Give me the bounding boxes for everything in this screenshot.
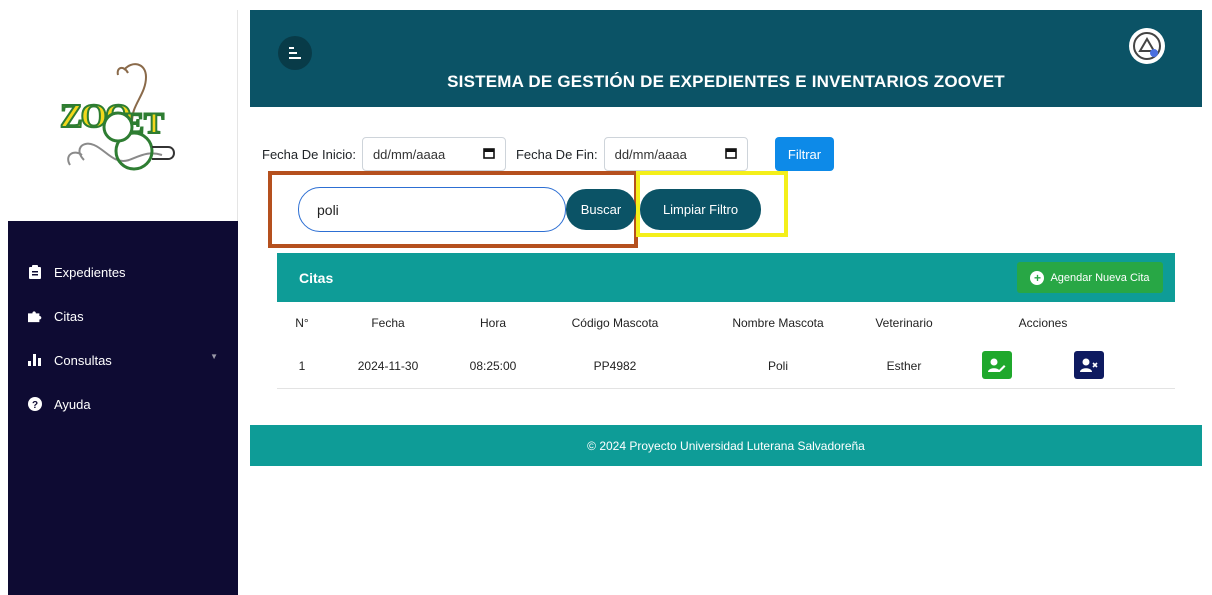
new-appointment-label: Agendar Nueva Cita: [1050, 271, 1150, 284]
citas-table: N° Fecha Hora Código Mascota Nombre Masc…: [277, 303, 1175, 389]
clear-filter-button[interactable]: Limpiar Filtro: [640, 189, 761, 230]
sidebar-item-ayuda[interactable]: ? Ayuda: [8, 382, 238, 426]
calendar-icon: [483, 147, 495, 162]
left-border: [0, 0, 8, 595]
column-header: N°: [295, 316, 309, 330]
top-header: SISTEMA DE GESTIÓN DE EXPEDIENTES E INVE…: [250, 10, 1202, 107]
page-title: SISTEMA DE GESTIÓN DE EXPEDIENTES E INVE…: [447, 72, 1005, 91]
column-header: Fecha: [371, 316, 405, 330]
svg-text:?: ?: [32, 400, 38, 411]
sidebar-item-citas[interactable]: Citas: [8, 294, 238, 338]
page-footer: © 2024 Proyecto Universidad Luterana Sal…: [250, 425, 1202, 466]
question-icon: ?: [28, 397, 42, 411]
new-appointment-button[interactable]: + Agendar Nueva Cita: [1017, 262, 1163, 293]
calendar-icon: [724, 147, 737, 162]
start-date-placeholder: dd/mm/aaaa: [372, 146, 446, 162]
user-edit-icon: [988, 358, 1006, 372]
clipboard-icon: [28, 265, 42, 279]
top-border: [0, 0, 1212, 8]
pet-avatar-icon: [1133, 32, 1161, 60]
delete-appointment-button[interactable]: [1074, 351, 1104, 379]
column-header: Nombre Mascota: [732, 316, 824, 330]
cell-hora: 08:25:00: [469, 358, 517, 373]
end-date-input[interactable]: dd/mm/aaaa: [603, 137, 748, 171]
filter-button[interactable]: Filtrar: [775, 137, 834, 171]
column-header: Veterinario: [875, 316, 933, 330]
plus-circle-icon: +: [1030, 270, 1045, 285]
column-header: Hora: [479, 316, 507, 330]
card-title: Citas: [299, 270, 334, 286]
sidebar-item-consultas[interactable]: Consultas ▼: [8, 338, 238, 382]
sidebar-item-expedientes[interactable]: Expedientes: [8, 250, 238, 294]
start-date-input[interactable]: dd/mm/aaaa: [361, 137, 506, 171]
table-header-row: N° Fecha Hora Código Mascota Nombre Masc…: [277, 303, 1175, 343]
column-header: Código Mascota: [571, 316, 659, 330]
citas-card-header: Citas + Agendar Nueva Cita: [277, 253, 1175, 302]
end-date-placeholder: dd/mm/aaaa: [614, 146, 687, 162]
end-date-label: Fecha De Fin:: [515, 146, 598, 162]
menu-icon: [289, 47, 301, 59]
table-row: 1 2024-11-30 08:25:00 PP4982 Poli Esther: [277, 343, 1175, 389]
edit-appointment-button[interactable]: [982, 351, 1012, 379]
cell-nombre: Poli: [767, 358, 789, 373]
sidebar-item-label: Expedientes: [54, 264, 126, 280]
column-header: Acciones: [1018, 316, 1068, 330]
menu-toggle-button[interactable]: [278, 36, 312, 70]
bar-chart-icon: [28, 353, 42, 367]
cell-veterinario: Esther: [886, 358, 922, 373]
search-button[interactable]: Buscar: [566, 189, 636, 230]
cell-codigo: PP4982: [593, 358, 637, 373]
user-avatar[interactable]: [1129, 28, 1165, 64]
sidebar-item-label: Ayuda: [54, 396, 91, 412]
sidebar-nav: Expedientes Citas Consultas ▼ ? Ayuda: [8, 250, 238, 426]
puzzle-icon: [28, 309, 42, 323]
date-filter-row: Fecha De Inicio: dd/mm/aaaa Fecha De Fin…: [262, 137, 758, 171]
chevron-down-icon: ▼: [210, 352, 218, 361]
sidebar-item-label: Consultas: [54, 352, 112, 368]
search-input[interactable]: poli: [298, 187, 566, 232]
zoovet-logo: ZOO ET: [59, 63, 175, 171]
sidebar: ZOO ET Expedientes Citas Consultas ▼ ? A…: [8, 10, 238, 595]
sidebar-item-label: Citas: [54, 308, 84, 324]
user-times-icon: [1080, 358, 1098, 372]
logo-area: ZOO ET: [8, 10, 238, 221]
cell-fecha: 2024-11-30: [357, 358, 419, 373]
cell-number: 1: [298, 358, 306, 373]
start-date-label: Fecha De Inicio:: [262, 146, 356, 162]
